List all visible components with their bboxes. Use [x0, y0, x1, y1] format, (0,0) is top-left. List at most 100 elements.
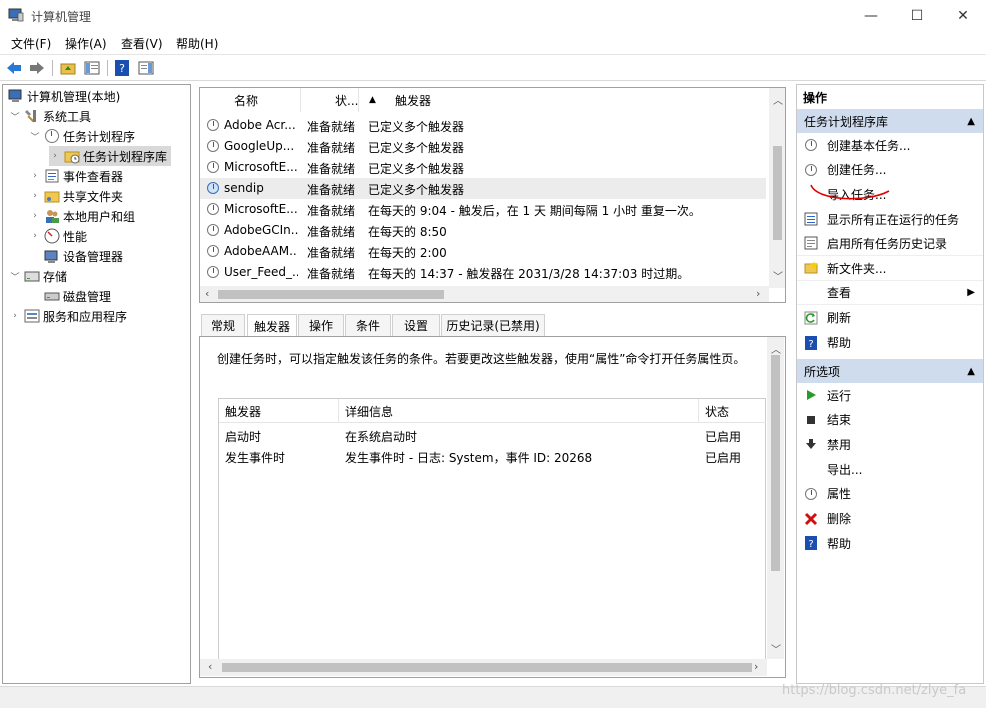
section-label: 所选项	[804, 364, 841, 379]
tree-label: 本地用户和组	[63, 209, 136, 224]
section-header-selected[interactable]: 所选项 ▲	[797, 359, 983, 383]
table-row[interactable]: 启动时 在系统启动时 已启用	[219, 425, 766, 446]
column-header-triggers[interactable]: ▲ 触发器	[359, 88, 766, 112]
tree-item-system-tools[interactable]: ﹀ 系统工具	[9, 106, 91, 126]
action-item[interactable]: 新文件夹...	[797, 257, 983, 281]
action-item[interactable]: 属性	[797, 482, 983, 506]
scroll-down-icon[interactable]: ﹀	[771, 641, 781, 656]
tree-item-storage[interactable]: ﹀ 存储	[9, 266, 67, 286]
tab-history[interactable]: 历史记录(已禁用)	[441, 314, 545, 336]
tree-item-disk-management[interactable]: 磁盘管理	[41, 286, 111, 306]
performance-icon	[44, 228, 60, 244]
column-header-status[interactable]: 状...	[301, 88, 359, 112]
table-row[interactable]: AdobeGCIn... 准备就绪 在每天的 8:50	[200, 220, 766, 241]
action-item[interactable]: 创建任务...	[797, 158, 983, 182]
chevron-down-icon[interactable]: ﹀	[9, 110, 21, 123]
task-list-hscroll[interactable]: ‹ ›	[200, 286, 769, 302]
task-clock-icon	[207, 245, 219, 257]
scroll-right-icon[interactable]: ›	[756, 287, 760, 300]
action-item[interactable]: 导出...	[797, 457, 983, 481]
collapse-up-icon[interactable]: ▲	[967, 366, 975, 377]
forward-arrow-icon[interactable]	[28, 59, 46, 77]
window-title: 计算机管理	[31, 10, 92, 24]
tab-general[interactable]: 常规	[201, 314, 245, 336]
close-button[interactable]: ✕	[940, 0, 986, 32]
column-header-trigger[interactable]: 触发器	[219, 399, 339, 423]
scroll-up-icon[interactable]: ︿	[773, 92, 783, 107]
tab-actions[interactable]: 操作	[298, 314, 344, 336]
action-item[interactable]: ? 帮助	[797, 531, 983, 555]
tree-item-task-library[interactable]: › 任务计划程序库	[49, 146, 172, 166]
column-header-trigger-status[interactable]: 状态	[699, 399, 766, 423]
action-item[interactable]: 创建基本任务...	[797, 133, 983, 157]
tab-settings[interactable]: 设置	[392, 314, 440, 336]
scroll-right-icon[interactable]: ›	[754, 660, 758, 673]
chevron-right-icon[interactable]: ›	[9, 311, 21, 321]
collapse-up-icon[interactable]: ▲	[967, 116, 975, 127]
scroll-thumb[interactable]	[218, 290, 444, 299]
tree-item-task-scheduler[interactable]: ﹀ 任务计划程序	[29, 126, 135, 146]
chevron-down-icon[interactable]: ﹀	[29, 130, 41, 143]
show-hide-tree-icon[interactable]	[83, 59, 101, 77]
menu-file[interactable]: 文件(F)	[11, 35, 51, 52]
task-trigger: 已定义多个触发器	[368, 141, 465, 155]
table-row[interactable]: GoogleUp... 准备就绪 已定义多个触发器	[200, 136, 766, 157]
up-folder-icon[interactable]	[59, 59, 77, 77]
show-hide-action-pane-icon[interactable]	[137, 59, 155, 77]
action-item[interactable]: 刷新	[797, 306, 983, 330]
action-item[interactable]: 禁用	[797, 432, 983, 456]
table-row[interactable]: MicrosoftE... 准备就绪 已定义多个触发器	[200, 157, 766, 178]
list-icon	[803, 211, 819, 227]
tree-item-event-viewer[interactable]: › 事件查看器	[29, 166, 123, 186]
table-row[interactable]: MicrosoftE... 准备就绪 在每天的 9:04 - 触发后，在 1 天 期…	[200, 199, 766, 220]
scroll-thumb[interactable]	[771, 355, 780, 571]
tree-item-root[interactable]: 计算机管理(本地)	[5, 86, 120, 106]
menu-view[interactable]: 查看(V)	[121, 35, 163, 52]
tree-item-shared-folders[interactable]: › 共享文件夹	[29, 186, 123, 206]
chevron-down-icon[interactable]: ﹀	[9, 270, 21, 283]
scroll-down-icon[interactable]: ﹀	[773, 268, 783, 283]
tab-triggers[interactable]: 触发器	[247, 314, 297, 337]
tree-item-performance[interactable]: › 性能	[29, 226, 87, 246]
minimize-button[interactable]: —	[848, 0, 894, 32]
tree-item-device-manager[interactable]: 设备管理器	[41, 246, 123, 266]
table-row[interactable]: sendip 准备就绪 已定义多个触发器	[200, 178, 766, 199]
action-item[interactable]: 结束	[797, 408, 983, 432]
table-row[interactable]: AdobeAAM... 准备就绪 在每天的 2:00	[200, 241, 766, 262]
tab-conditions[interactable]: 条件	[345, 314, 391, 336]
table-row[interactable]: User_Feed_... 准备就绪 在每天的 14:37 - 触发器在 2031/…	[200, 262, 766, 283]
column-header-name[interactable]: 名称	[200, 88, 301, 112]
tree-item-services[interactable]: › 服务和应用程序	[9, 306, 127, 326]
task-name: AdobeGCIn...	[224, 223, 298, 237]
action-item[interactable]: 删除	[797, 507, 983, 531]
task-list-vscroll[interactable]: ︿ ﹀	[769, 88, 785, 288]
scroll-left-icon[interactable]: ‹	[208, 660, 212, 673]
maximize-button[interactable]: ☐	[894, 0, 940, 32]
chevron-right-icon[interactable]: ›	[29, 231, 41, 241]
trigger-pane-vscroll[interactable]: ︿ ﹀	[767, 337, 784, 659]
chevron-right-icon[interactable]: ›	[29, 211, 41, 221]
scroll-thumb[interactable]	[222, 663, 752, 672]
action-item[interactable]: 运行	[797, 383, 983, 407]
table-row[interactable]: Adobe Acr... 准备就绪 已定义多个触发器	[200, 115, 766, 136]
menu-help[interactable]: 帮助(H)	[176, 35, 218, 52]
action-item[interactable]: 显示所有正在运行的任务	[797, 207, 983, 231]
scroll-up-icon[interactable]: ︿	[771, 341, 781, 356]
column-header-details[interactable]: 详细信息	[339, 399, 699, 423]
action-item[interactable]: 启用所有任务历史记录	[797, 232, 983, 256]
chevron-right-icon[interactable]: ›	[29, 191, 41, 201]
scroll-left-icon[interactable]: ‹	[205, 287, 209, 300]
menu-action[interactable]: 操作(A)	[65, 35, 107, 52]
section-header-task-library[interactable]: 任务计划程序库 ▲	[797, 109, 983, 133]
action-item[interactable]: ? 帮助	[797, 331, 983, 355]
help-icon[interactable]: ?	[113, 59, 131, 77]
trigger-pane-hscroll[interactable]: ‹ ›	[200, 659, 767, 676]
tree-item-local-users[interactable]: › 本地用户和组	[29, 206, 135, 226]
scroll-thumb[interactable]	[773, 146, 782, 240]
chevron-right-icon[interactable]: ›	[29, 171, 41, 181]
back-arrow-icon[interactable]	[5, 59, 23, 77]
annotation-circle	[810, 184, 890, 200]
action-item[interactable]: 查看 ▶	[797, 281, 983, 306]
table-row[interactable]: 发生事件时 发生事件时 - 日志: System，事件 ID: 20268 已启…	[219, 446, 766, 467]
chevron-right-icon[interactable]: ›	[49, 151, 61, 161]
